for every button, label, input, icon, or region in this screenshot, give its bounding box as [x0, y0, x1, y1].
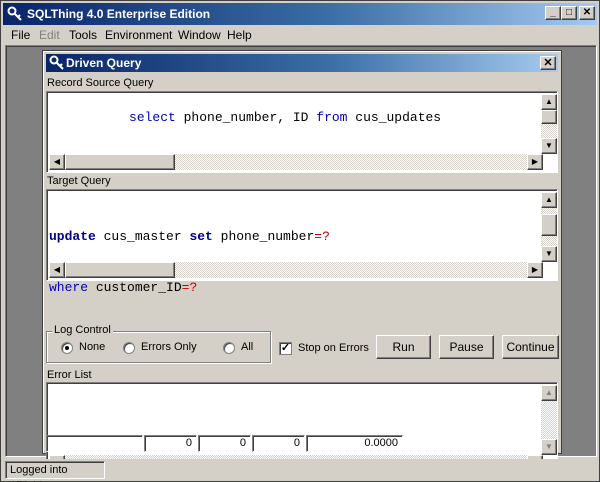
- scroll-up-arrow-icon[interactable]: ▲: [541, 94, 557, 110]
- code-line: update cus_master set phone_number=?: [49, 228, 330, 245]
- dialog-title: Driven Query: [66, 56, 142, 70]
- radio-errors-only-label[interactable]: Errors Only: [141, 341, 197, 353]
- app-title: SQLThing 4.0 Enterprise Edition: [27, 7, 211, 21]
- menu-file[interactable]: File: [11, 28, 30, 42]
- sql-token: from: [316, 110, 348, 125]
- code-line: where customer_ID=?: [49, 279, 330, 296]
- title-bar[interactable]: SQLThing 4.0 Enterprise Edition _ □ ✕: [3, 3, 597, 25]
- log-control-label: Log Control: [52, 324, 113, 336]
- sql-token: cus_master: [95, 229, 190, 244]
- menu-edit[interactable]: Edit: [39, 28, 60, 42]
- sql-token: where: [49, 280, 89, 295]
- scroll-down-arrow-icon[interactable]: ▼: [541, 439, 557, 455]
- connection-status: Logged into 172.16: [5, 461, 105, 482]
- radio-all[interactable]: [223, 342, 235, 354]
- sql-token: cus_updates: [347, 110, 442, 125]
- sql-token: update: [49, 229, 96, 244]
- radio-all-label[interactable]: All: [241, 341, 253, 353]
- vertical-scrollbar[interactable]: ▲ ▼: [541, 192, 557, 262]
- main-status-bar: Logged into 172.16: [3, 459, 599, 482]
- record-source-code: select phone_number, ID from cus_updates: [51, 95, 441, 140]
- scroll-left-arrow-icon[interactable]: ◀: [49, 262, 65, 278]
- radio-none[interactable]: [61, 342, 73, 354]
- sql-token: =?: [314, 229, 330, 244]
- scroll-thumb[interactable]: [65, 154, 175, 170]
- target-query-editor[interactable]: update cus_master set phone_number=? whe…: [46, 189, 558, 295]
- dialog-close-button[interactable]: ✕: [540, 56, 556, 70]
- scroll-down-arrow-icon[interactable]: ▼: [541, 246, 557, 262]
- scroll-up-arrow-icon[interactable]: ▲: [541, 385, 557, 401]
- menu-help[interactable]: Help: [227, 28, 252, 42]
- sql-token: =?: [181, 280, 198, 295]
- record-source-label: Record Source Query: [47, 77, 154, 89]
- scroll-thumb[interactable]: [541, 214, 557, 236]
- status-cell: 0.0000: [306, 435, 403, 452]
- stop-on-errors-label[interactable]: Stop on Errors: [298, 342, 369, 354]
- vertical-scrollbar[interactable]: ▲ ▼: [541, 94, 557, 154]
- scroll-right-arrow-icon[interactable]: ▶: [527, 154, 543, 170]
- stop-on-errors-checkbox[interactable]: ✓: [279, 342, 292, 355]
- mdi-client-area: Driven Query ✕ Record Source Query selec…: [5, 45, 597, 474]
- driven-query-window: Driven Query ✕ Record Source Query selec…: [42, 50, 562, 474]
- horizontal-scrollbar[interactable]: ◀ ▶: [49, 262, 543, 278]
- menu-tools[interactable]: Tools: [69, 28, 97, 42]
- status-cell: 0: [198, 435, 251, 452]
- close-button[interactable]: ✕: [579, 6, 595, 20]
- radio-none-label[interactable]: None: [79, 341, 105, 353]
- maximize-button[interactable]: □: [561, 6, 577, 20]
- record-source-editor[interactable]: select phone_number, ID from cus_updates…: [46, 91, 558, 173]
- vertical-scrollbar[interactable]: ▲ ▼: [541, 385, 557, 455]
- key-icon: [49, 55, 64, 70]
- horizontal-scrollbar[interactable]: ◀ ▶: [49, 154, 543, 170]
- scroll-left-arrow-icon[interactable]: ◀: [49, 154, 65, 170]
- scroll-up-arrow-icon[interactable]: ▲: [541, 192, 557, 208]
- run-button[interactable]: Run: [376, 335, 431, 359]
- scroll-right-arrow-icon[interactable]: ▶: [527, 262, 543, 278]
- log-control-group: Log Control None Errors Only All: [46, 324, 271, 363]
- status-cell: 0: [144, 435, 197, 452]
- minimize-button[interactable]: _: [545, 6, 561, 20]
- scroll-down-arrow-icon[interactable]: ▼: [541, 138, 557, 154]
- key-icon: [7, 6, 22, 21]
- sql-token: phone_number, ID: [175, 110, 317, 125]
- scroll-thumb[interactable]: [541, 110, 557, 124]
- continue-button[interactable]: Continue: [502, 335, 559, 359]
- sql-token: select: [129, 110, 176, 125]
- sql-token: set: [189, 229, 213, 244]
- status-cell: [46, 435, 143, 452]
- pause-button[interactable]: Pause: [439, 335, 494, 359]
- menu-environment[interactable]: Environment: [105, 28, 172, 42]
- app-window: SQLThing 4.0 Enterprise Edition _ □ ✕ Fi…: [0, 0, 600, 482]
- radio-errors-only[interactable]: [123, 342, 135, 354]
- target-query-label: Target Query: [47, 175, 111, 187]
- sql-token: phone_number: [212, 229, 315, 244]
- menu-bar: File Edit Tools Environment Window Help: [3, 25, 597, 45]
- menu-window[interactable]: Window: [178, 28, 221, 42]
- status-cell: 0: [252, 435, 305, 452]
- scroll-thumb[interactable]: [65, 262, 175, 278]
- error-list-label: Error List: [47, 369, 92, 381]
- sql-token: customer_ID: [88, 280, 182, 295]
- dialog-title-bar[interactable]: Driven Query ✕: [46, 54, 558, 72]
